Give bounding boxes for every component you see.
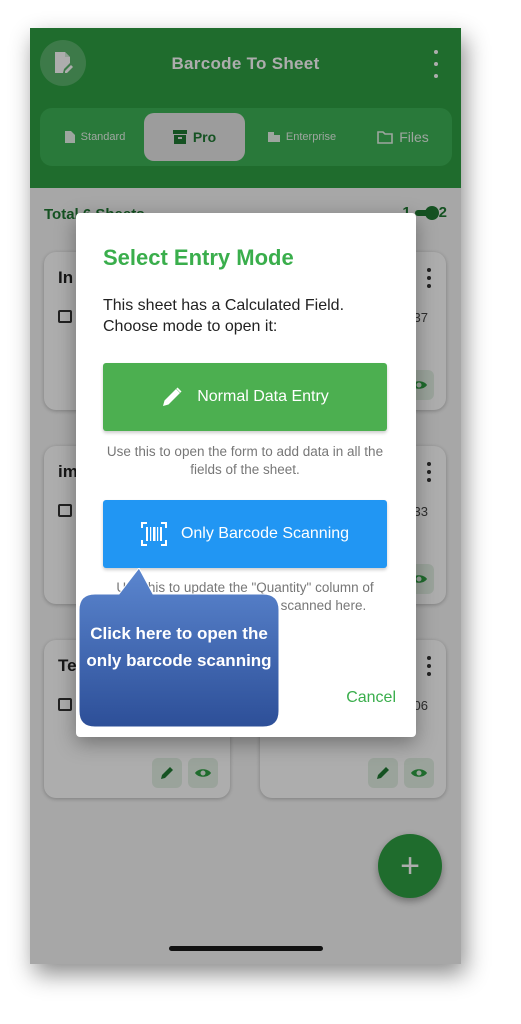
phone-screen: Barcode To Sheet Standard Pro Enterprise… [30, 28, 461, 964]
pencil-icon [163, 387, 182, 406]
dialog-title: Select Entry Mode [103, 245, 294, 270]
only-barcode-scanning-button[interactable]: Only Barcode Scanning [103, 500, 387, 568]
home-indicator [169, 946, 323, 951]
tutorial-callout: Click here to open the only barcode scan… [79, 568, 279, 727]
barcode-scan-icon [140, 522, 167, 546]
dialog-message: This sheet has a Calculated Field. Choos… [103, 297, 345, 335]
cancel-button[interactable]: Cancel [346, 689, 396, 707]
only-barcode-scanning-label: Only Barcode Scanning [180, 525, 350, 542]
normal-data-entry-button[interactable]: Normal Data Entry [103, 363, 387, 431]
normal-data-entry-label: Normal Data Entry [197, 388, 329, 405]
normal-entry-hint: Use this to open the form to add data in… [106, 444, 384, 477]
callout-text: Click here to open the only barcode scan… [86, 624, 272, 670]
